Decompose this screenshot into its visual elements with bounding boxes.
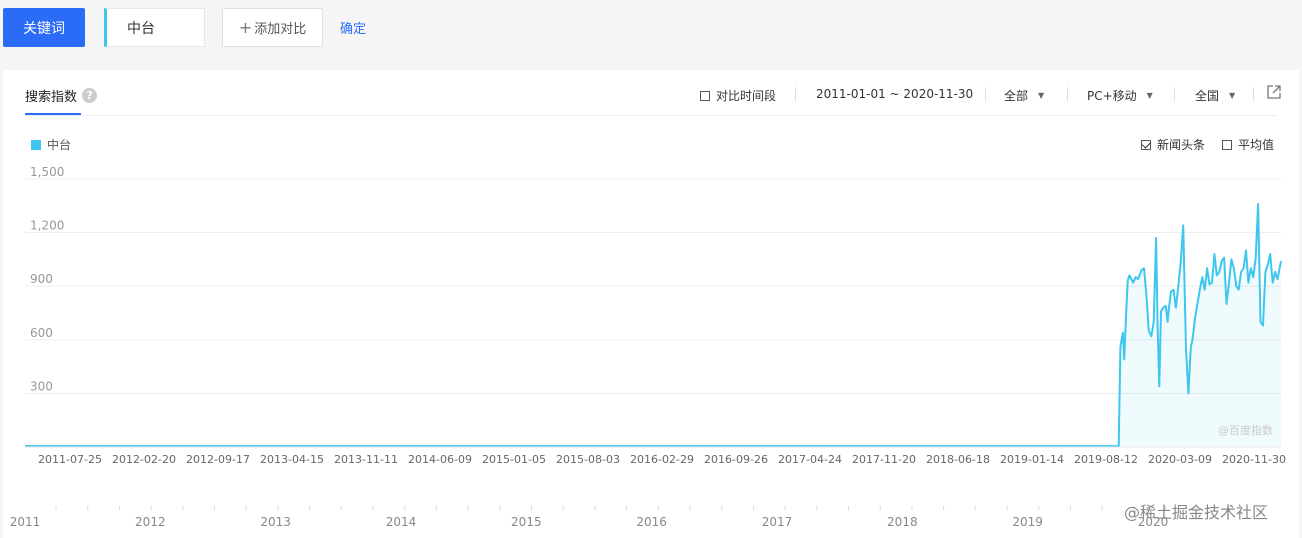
timeline-year-label: 2015 bbox=[511, 515, 542, 529]
x-tick-label: 2018-06-18 bbox=[926, 453, 990, 466]
timeline-year-label: 2017 bbox=[762, 515, 793, 529]
y-tick-label: 300 bbox=[30, 379, 53, 393]
timeline-year-label: 2013 bbox=[260, 515, 291, 529]
timeline-year-label: 2014 bbox=[386, 515, 417, 529]
timeline-year-labels: 2011 2012 2013 2014 2015 2016 2017 2018 2019 2020 bbox=[10, 506, 1262, 529]
x-tick-label: 2014-06-09 bbox=[408, 453, 472, 466]
y-axis-ticks: 300 600 900 1,200 1,500 bbox=[30, 165, 64, 393]
x-tick-label: 2012-09-17 bbox=[186, 453, 250, 466]
search-index-chart: 300 600 900 1,200 1,500 2011-07-25 2012-02-20… bbox=[10, 165, 1286, 529]
x-axis-ticks: 2011-07-25 2012-02-20 2012-09-17 2013-04-15… bbox=[38, 453, 1286, 466]
x-tick-label: 2013-11-11 bbox=[334, 453, 398, 466]
chart-watermark: @百度指数 bbox=[1218, 423, 1273, 437]
x-tick-label: 2017-04-24 bbox=[778, 453, 842, 466]
x-tick-label: 2019-01-14 bbox=[1000, 453, 1064, 466]
x-tick-label: 2016-09-26 bbox=[704, 453, 768, 466]
timeline-year-label: 2012 bbox=[135, 515, 166, 529]
corner-watermark: @稀土掘金技术社区 bbox=[1124, 503, 1269, 522]
x-tick-label: 2015-01-05 bbox=[482, 453, 546, 466]
x-tick-label: 2012-02-20 bbox=[112, 453, 176, 466]
grid-lines bbox=[25, 178, 1281, 394]
x-tick-label: 2015-08-03 bbox=[556, 453, 620, 466]
y-tick-label: 1,200 bbox=[30, 219, 64, 233]
x-tick-label: 2019-08-12 bbox=[1074, 453, 1138, 466]
x-tick-label: 2016-02-29 bbox=[630, 453, 694, 466]
x-tick-label: 2013-04-15 bbox=[260, 453, 324, 466]
x-tick-label: 2020-03-09 bbox=[1148, 453, 1212, 466]
series-line[interactable] bbox=[25, 203, 1282, 448]
timeline-year-label: 2019 bbox=[1012, 515, 1043, 529]
timeline-year-label: 2011 bbox=[10, 515, 41, 529]
x-tick-label: 2017-11-20 bbox=[852, 453, 916, 466]
timeline-year-label: 2018 bbox=[887, 515, 918, 529]
y-tick-label: 1,500 bbox=[30, 165, 64, 179]
x-tick-label: 2020-11-30 bbox=[1222, 453, 1286, 466]
y-tick-label: 900 bbox=[30, 272, 53, 286]
y-tick-label: 600 bbox=[30, 326, 53, 340]
x-tick-label: 2011-07-25 bbox=[38, 453, 102, 466]
series-area bbox=[25, 204, 1281, 447]
timeline-year-label: 2016 bbox=[636, 515, 667, 529]
